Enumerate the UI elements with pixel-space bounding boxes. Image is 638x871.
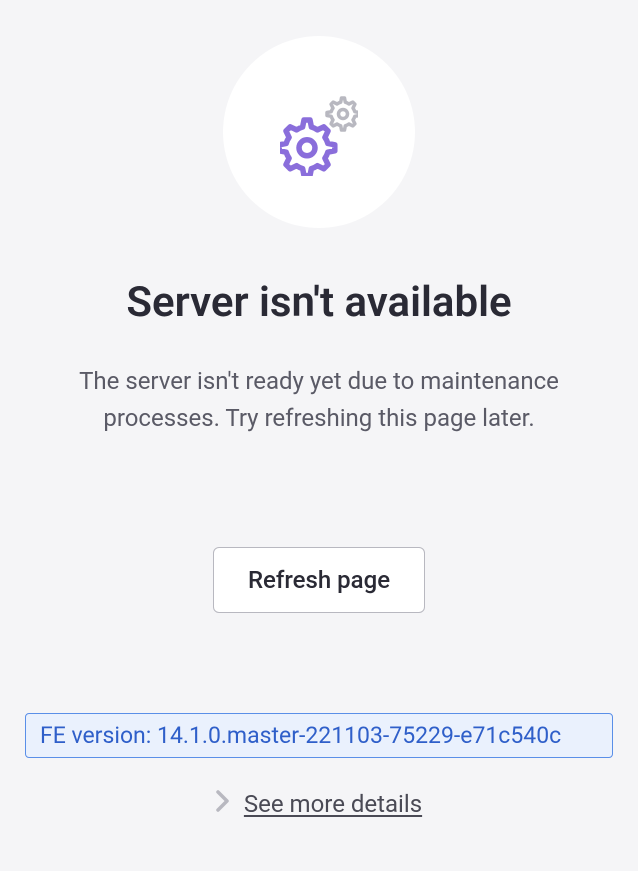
gears-icon bbox=[280, 88, 358, 176]
page-title: Server isn't available bbox=[126, 278, 511, 327]
icon-circle bbox=[223, 36, 415, 228]
refresh-button[interactable]: Refresh page bbox=[213, 547, 425, 613]
chevron-right-icon bbox=[216, 790, 230, 818]
version-info: FE version: 14.1.0.master-221103-75229-e… bbox=[25, 713, 613, 758]
see-more-details-link[interactable]: See more details bbox=[216, 790, 422, 818]
description-text: The server isn't ready yet due to mainte… bbox=[29, 363, 609, 437]
details-link-label: See more details bbox=[244, 790, 422, 818]
